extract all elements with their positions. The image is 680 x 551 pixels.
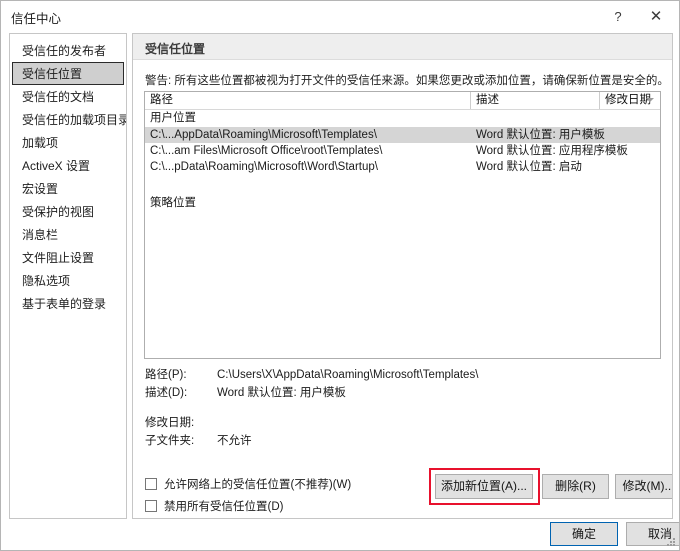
table-row[interactable]: C:\...pData\Roaming\Microsoft\Word\Start… — [145, 159, 660, 175]
warning-text: 警告: 所有这些位置都被视为打开文件的受信任来源。如果您更改或添加位置，请确保新… — [145, 75, 669, 87]
sidebar-item-file-block-settings[interactable]: 文件阻止设置 — [12, 246, 124, 269]
column-header-modified-label: 修改日期 — [605, 94, 651, 106]
trust-center-dialog: 信任中心 ? ✕ 受信任的发布者 受信任位置 受信任的文档 受信任的加载项目录 … — [0, 0, 680, 551]
detail-row-path: 路径(P): C:\Users\X\AppData\Roaming\Micros… — [145, 366, 645, 384]
detail-value-subfolder: 不允许 — [217, 435, 252, 447]
close-icon[interactable]: ✕ — [639, 1, 673, 31]
checkbox-label: 允许网络上的受信任位置(不推荐)(W) — [164, 479, 352, 491]
location-detail-panel: 路径(P): C:\Users\X\AppData\Roaming\Micros… — [145, 366, 645, 450]
detail-label-subfolder: 子文件夹: — [145, 435, 195, 447]
checkbox-disable-all-trusted-locations[interactable]: 禁用所有受信任位置(D) — [145, 498, 283, 514]
cell-description: Word 默认位置: 应用程序模板 — [476, 145, 628, 157]
resize-grip-icon[interactable] — [664, 535, 676, 547]
detail-value-path: C:\Users\X\AppData\Roaming\Microsoft\Tem… — [217, 369, 479, 381]
chevron-down-icon — [646, 98, 654, 102]
window-title: 信任中心 — [11, 12, 62, 26]
sidebar-item-trusted-publishers[interactable]: 受信任的发布者 — [12, 39, 124, 62]
column-header-path[interactable]: 路径 — [145, 92, 471, 109]
table-row[interactable]: C:\...AppData\Roaming\Microsoft\Template… — [145, 127, 660, 143]
sidebar-navigation: 受信任的发布者 受信任位置 受信任的文档 受信任的加载项目录 加载项 Activ… — [9, 33, 127, 519]
detail-label-description: 描述(D): — [145, 387, 188, 399]
sidebar-item-trusted-documents[interactable]: 受信任的文档 — [12, 85, 124, 108]
cell-description: Word 默认位置: 启动 — [476, 161, 582, 173]
checkbox-allow-network-locations[interactable]: 允许网络上的受信任位置(不推荐)(W) — [145, 476, 351, 492]
modify-button[interactable]: 修改(M)... — [615, 474, 672, 499]
sidebar-item-addins[interactable]: 加载项 — [12, 131, 124, 154]
sidebar-item-protected-view[interactable]: 受保护的视图 — [12, 200, 124, 223]
trusted-locations-list[interactable]: 路径 描述 修改日期 用户位置 C:\...AppData\Roaming\Mi… — [144, 91, 661, 359]
column-header-description[interactable]: 描述 — [471, 92, 600, 109]
detail-row-description: 描述(D): Word 默认位置: 用户模板 — [145, 384, 645, 402]
detail-label-path: 路径(P): — [145, 369, 187, 381]
remove-button[interactable]: 删除(R) — [542, 474, 609, 499]
sidebar-item-privacy-options[interactable]: 隐私选项 — [12, 269, 124, 292]
detail-row-modified: 修改日期: — [145, 414, 645, 432]
page-title: 受信任位置 — [145, 42, 206, 56]
add-new-location-button[interactable]: 添加新位置(A)... — [435, 474, 533, 499]
cell-description: Word 默认位置: 用户模板 — [476, 129, 605, 141]
sidebar-item-macro-settings[interactable]: 宏设置 — [12, 177, 124, 200]
list-body: 用户位置 C:\...AppData\Roaming\Microsoft\Tem… — [145, 110, 660, 212]
title-bar: 信任中心 ? ✕ — [1, 1, 679, 32]
help-icon[interactable]: ? — [601, 1, 635, 31]
sidebar-item-trusted-addin-catalogs[interactable]: 受信任的加载项目录 — [12, 108, 126, 131]
column-header-modified[interactable]: 修改日期 — [600, 92, 660, 109]
detail-label-modified: 修改日期: — [145, 417, 195, 429]
checkbox-label: 禁用所有受信任位置(D) — [164, 501, 284, 513]
main-panel: 受信任位置 警告: 所有这些位置都被视为打开文件的受信任来源。如果您更改或添加位… — [132, 33, 673, 519]
group-header-policy-locations: 策略位置 — [150, 197, 196, 209]
list-header-row: 路径 描述 修改日期 — [145, 92, 660, 110]
sidebar-item-form-based-signin[interactable]: 基于表单的登录 — [12, 292, 124, 315]
cell-path: C:\...am Files\Microsoft Office\root\Tem… — [150, 145, 383, 157]
sidebar-item-message-bar[interactable]: 消息栏 — [12, 223, 124, 246]
detail-value-description: Word 默认位置: 用户模板 — [217, 387, 346, 399]
checkbox-icon[interactable] — [145, 500, 157, 512]
detail-row-subfolder: 子文件夹: 不允许 — [145, 432, 645, 450]
table-row[interactable]: C:\...am Files\Microsoft Office\root\Tem… — [145, 143, 660, 159]
sidebar-item-activex-settings[interactable]: ActiveX 设置 — [12, 154, 124, 177]
cell-path: C:\...AppData\Roaming\Microsoft\Template… — [150, 129, 377, 141]
checkbox-icon[interactable] — [145, 478, 157, 490]
cell-path: C:\...pData\Roaming\Microsoft\Word\Start… — [150, 161, 378, 173]
group-header-user-locations: 用户位置 — [150, 112, 196, 124]
detail-gap — [145, 402, 645, 414]
sidebar-item-trusted-locations[interactable]: 受信任位置 — [12, 62, 124, 85]
panel-header: 受信任位置 — [133, 34, 672, 60]
ok-button[interactable]: 确定 — [550, 522, 618, 546]
